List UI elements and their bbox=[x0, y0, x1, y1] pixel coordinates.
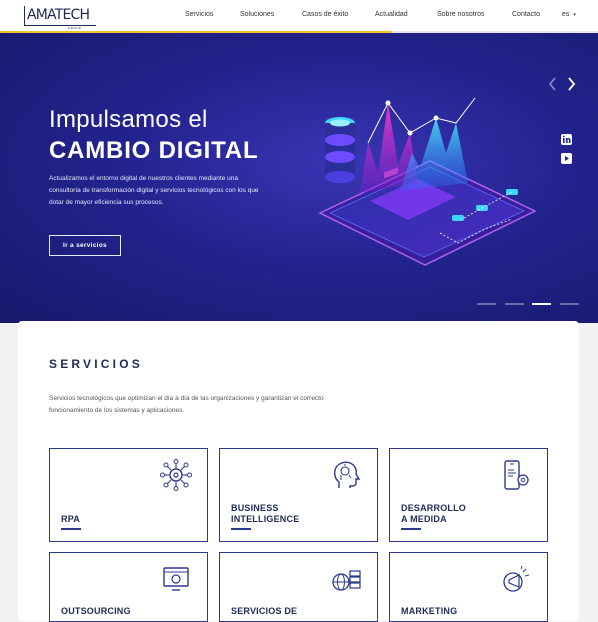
youtube-link[interactable] bbox=[561, 153, 572, 164]
service-tile-servicios-de[interactable]: SERVICIOS DE bbox=[219, 552, 378, 622]
server-network-icon bbox=[332, 570, 361, 591]
slide-dot-3[interactable] bbox=[532, 303, 551, 305]
tile-label: SERVICIOS DE bbox=[231, 606, 298, 616]
nav-servicios[interactable]: Servicios bbox=[185, 11, 213, 18]
tile-underline bbox=[61, 528, 81, 530]
nav-contacto[interactable]: Contacto bbox=[512, 11, 540, 18]
tile-label: DESARROLLO A MEDIDA bbox=[401, 503, 466, 525]
chevron-right-icon bbox=[568, 77, 576, 91]
nav-soluciones[interactable]: Soluciones bbox=[240, 11, 274, 18]
chevron-down-icon: ▾ bbox=[573, 12, 576, 18]
language-selector[interactable]: es ▾ bbox=[562, 11, 576, 18]
main-nav: Servicios Soluciones Casos de éxito Actu… bbox=[0, 11, 598, 23]
youtube-icon bbox=[565, 156, 569, 161]
slider-next-button[interactable] bbox=[565, 76, 577, 92]
automation-gear-icon bbox=[160, 459, 192, 491]
slide-dot-2[interactable] bbox=[505, 303, 524, 305]
hero-description: Actualizamos el entorno digital de nuest… bbox=[49, 175, 259, 207]
chevron-left-icon bbox=[549, 77, 556, 91]
tile-label: RPA bbox=[61, 514, 80, 525]
monitor-gear-icon bbox=[163, 567, 189, 591]
logo-subtext: GROUP bbox=[68, 26, 82, 30]
service-tile-rpa[interactable]: RPA bbox=[49, 448, 208, 542]
service-tile-desarrollo-a-medida[interactable]: DESARROLLO A MEDIDA bbox=[389, 448, 548, 542]
language-label: es bbox=[562, 11, 570, 18]
slider-pagination bbox=[477, 303, 581, 306]
service-tile-marketing[interactable]: MARKETING bbox=[389, 552, 548, 622]
hero-title-line2: CAMBIO DIGITAL bbox=[49, 137, 259, 164]
services-description: Servicios tecnológicos que optimizan el … bbox=[49, 395, 324, 415]
tile-label: MARKETING bbox=[401, 606, 458, 616]
service-tile-outsourcing[interactable]: OUTSOURCING bbox=[49, 552, 208, 622]
tile-label: OUTSOURCING bbox=[61, 606, 131, 616]
nav-actualidad[interactable]: Actualidad bbox=[375, 11, 408, 18]
tile-label: BUSINESS INTELLIGENCE bbox=[231, 503, 300, 525]
slide-dot-4[interactable] bbox=[560, 303, 579, 305]
linkedin-icon bbox=[562, 135, 571, 143]
site-header: AMATECH GROUP Servicios Soluciones Casos… bbox=[0, 0, 598, 33]
megaphone-icon bbox=[503, 565, 530, 592]
brain-head-icon bbox=[333, 461, 361, 488]
nav-sobre-nosotros[interactable]: Sobre nosotros bbox=[437, 11, 484, 18]
mobile-gear-icon bbox=[504, 460, 529, 490]
slider-prev-button[interactable] bbox=[547, 76, 559, 92]
services-title: SERVICIOS bbox=[49, 357, 143, 371]
service-tile-business-intelligence[interactable]: BUSINESS INTELLIGENCE bbox=[219, 448, 378, 542]
nav-casos-de-exito[interactable]: Casos de éxito bbox=[302, 11, 348, 18]
slide-dot-1[interactable] bbox=[477, 303, 496, 305]
tile-underline bbox=[401, 528, 421, 530]
linkedin-link[interactable] bbox=[561, 134, 572, 145]
digital-illustration bbox=[318, 97, 537, 266]
tile-underline bbox=[231, 528, 251, 530]
hero-slider: Impulsamos el CAMBIO DIGITAL Actualizamo… bbox=[0, 33, 598, 323]
go-to-services-button[interactable]: Ir a servicios bbox=[49, 235, 121, 256]
hero-title-line1: Impulsamos el bbox=[49, 106, 208, 133]
